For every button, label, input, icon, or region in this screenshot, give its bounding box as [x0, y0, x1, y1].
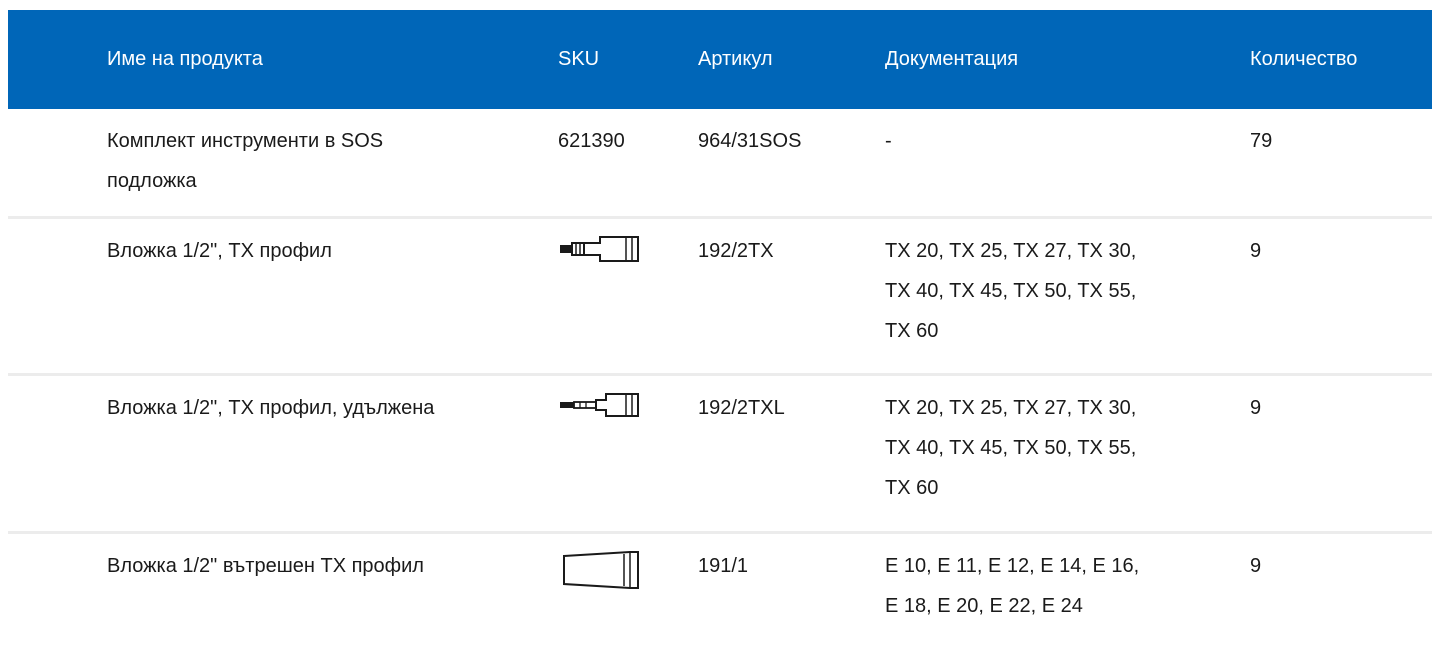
product-quantity: 9: [1250, 397, 1262, 419]
product-quantity: 9: [1250, 555, 1262, 577]
e-torx-socket-icon: [563, 551, 639, 589]
product-image[interactable]: [558, 376, 668, 420]
product-article: 964/31SOS: [698, 130, 802, 152]
product-image[interactable]: [558, 534, 668, 590]
product-article: 192/2TXL: [698, 397, 785, 419]
product-article: 192/2TX: [698, 240, 774, 262]
product-documentation: E 10, E 11, E 12, E 14, E 16, E 18, E 20…: [885, 555, 1140, 617]
product-quantity: 79: [1250, 130, 1273, 152]
table-header: Име на продукта SKU Артикул Документация…: [8, 10, 1432, 109]
tx-bit-socket-icon: [560, 236, 639, 262]
table-row: Комплект инструменти в SOS подложка 6213…: [8, 109, 1432, 219]
product-name[interactable]: Комплект инструменти в SOS подложка: [107, 109, 537, 201]
product-article: 191/1: [698, 555, 749, 577]
column-header-article[interactable]: Артикул: [698, 10, 868, 109]
product-documentation: TX 20, TX 25, TX 27, TX 30, TX 40, TX 45…: [885, 240, 1137, 342]
product-documentation: -: [885, 130, 892, 152]
column-header-name[interactable]: Име на продукта: [107, 10, 537, 109]
table-row: Вложка 1/2", TX профил 192/2TX TX 20, TX…: [8, 219, 1432, 376]
product-name[interactable]: Вложка 1/2" вътрешен TX профил: [107, 534, 537, 586]
product-documentation: TX 20, TX 25, TX 27, TX 30, TX 40, TX 45…: [885, 397, 1137, 499]
product-sku: 621390: [558, 130, 625, 152]
column-header-documentation[interactable]: Документация: [885, 10, 1235, 109]
product-quantity: 9: [1250, 240, 1262, 262]
long-tx-bit-socket-icon: [560, 393, 639, 417]
product-name[interactable]: Вложка 1/2", TX профил, удължена: [107, 376, 537, 428]
table-row: Вложка 1/2", TX профил, удължена 192/2TX…: [8, 376, 1432, 534]
product-table: Име на продукта SKU Артикул Документация…: [8, 10, 1432, 649]
product-name[interactable]: Вложка 1/2", TX профил: [107, 219, 537, 271]
column-header-quantity[interactable]: Количество: [1250, 10, 1430, 109]
table-row: Вложка 1/2" вътрешен TX профил 191/1 E 1…: [8, 534, 1432, 649]
column-header-sku[interactable]: SKU: [558, 10, 668, 109]
product-image[interactable]: [558, 219, 668, 263]
